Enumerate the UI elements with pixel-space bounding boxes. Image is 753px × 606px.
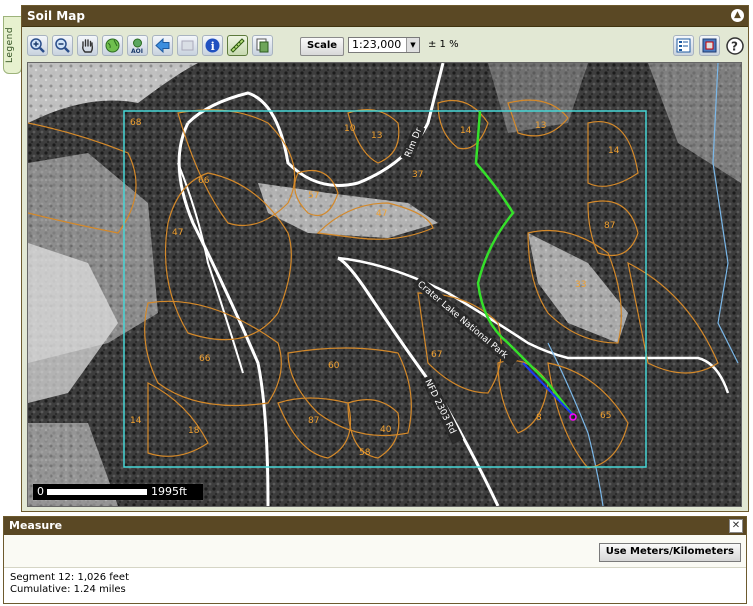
measure-titlebar: Measure ✕ bbox=[4, 517, 746, 535]
soil-unit-label: 87 bbox=[308, 416, 319, 426]
measure-options: Use Meters/Kilometers bbox=[4, 535, 746, 568]
soil-map-title: Soil Map bbox=[27, 9, 85, 23]
pan-hand-icon bbox=[82, 39, 94, 53]
scale-value: 1:23,000 bbox=[352, 38, 402, 51]
close-icon[interactable]: ✕ bbox=[729, 519, 743, 533]
chevron-down-icon: ▼ bbox=[406, 38, 419, 52]
identify-info-icon: i bbox=[205, 38, 220, 53]
soil-unit-label: 14 bbox=[608, 146, 620, 156]
layers-list-icon bbox=[676, 38, 691, 53]
back-arrow-icon bbox=[155, 37, 170, 54]
svg-text:?: ? bbox=[731, 39, 738, 53]
zoom-out-button[interactable] bbox=[52, 35, 73, 56]
map-scale-bar: 0 1995ft bbox=[33, 484, 203, 500]
soil-unit-label: 47 bbox=[172, 228, 183, 238]
cumulative-length: Cumulative: 1.24 miles bbox=[10, 584, 126, 595]
soil-unit-label: 37 bbox=[412, 170, 423, 180]
soil-unit-label: 65 bbox=[600, 411, 611, 421]
help-button[interactable]: ? bbox=[724, 35, 745, 56]
full-extent-button[interactable] bbox=[102, 35, 123, 56]
scale-button[interactable]: Scale bbox=[300, 37, 344, 56]
soil-unit-label: 14 bbox=[460, 126, 472, 136]
zoom-out-icon bbox=[55, 38, 70, 53]
map-toolbar: AOI i Scale 1:23,000 ▼ ± 1 % ? bbox=[22, 28, 748, 62]
measure-panel: Measure ✕ Use Meters/Kilometers Segment … bbox=[3, 516, 747, 604]
overview-map-button[interactable] bbox=[699, 35, 720, 56]
identify-button[interactable]: i bbox=[202, 35, 223, 56]
soil-unit-label: 14 bbox=[130, 416, 142, 426]
scale-bar-graphic bbox=[47, 489, 147, 495]
soil-map-titlebar: Soil Map ▲ bbox=[22, 6, 748, 27]
forward-disabled-icon bbox=[181, 40, 194, 51]
svg-text:AOI: AOI bbox=[131, 48, 143, 54]
soil-unit-label: 10 bbox=[344, 124, 356, 134]
zoom-in-icon bbox=[30, 38, 45, 53]
soil-unit-label: 8 bbox=[536, 413, 542, 423]
legend-tab-label: Legend bbox=[5, 26, 15, 63]
scale-bar-start: 0 bbox=[37, 485, 44, 498]
zoom-to-aoi-button[interactable]: AOI bbox=[127, 35, 148, 56]
full-extent-globe-icon bbox=[105, 38, 120, 53]
soil-unit-label: 13 bbox=[371, 131, 382, 141]
soil-unit-label: 33 bbox=[575, 280, 586, 290]
forward-button[interactable] bbox=[177, 35, 198, 56]
scale-accuracy: ± 1 % bbox=[428, 39, 459, 50]
scale-dropdown[interactable]: 1:23,000 ▼ bbox=[348, 37, 420, 53]
zoom-to-aoi-icon: AOI bbox=[131, 38, 143, 54]
zoom-in-button[interactable] bbox=[27, 35, 48, 56]
segment-length: Segment 12: 1,026 feet bbox=[10, 572, 130, 583]
soil-unit-label: 67 bbox=[431, 350, 442, 360]
svg-text:i: i bbox=[211, 40, 215, 53]
soil-unit-label: 13 bbox=[535, 121, 546, 131]
soil-unit-label: 60 bbox=[328, 361, 340, 371]
soil-unit-label: 40 bbox=[380, 425, 392, 435]
use-meters-kilometers-button[interactable]: Use Meters/Kilometers bbox=[598, 543, 741, 562]
print-map-icon bbox=[256, 38, 269, 53]
soil-unit-label: 66 bbox=[198, 176, 210, 186]
measure-button[interactable] bbox=[227, 35, 248, 56]
measure-results: Segment 12: 1,026 feet Cumulative: 1.24 … bbox=[4, 568, 746, 600]
scale-bar-distance: 1995ft bbox=[151, 485, 187, 498]
overview-map-icon bbox=[702, 38, 717, 53]
map-canvas[interactable]: Rim Dr Crater Lake National Park NFD 230… bbox=[27, 62, 742, 507]
legend-tab[interactable]: Legend bbox=[3, 16, 22, 74]
soil-unit-label: 57 bbox=[308, 191, 319, 201]
soil-unit-label: 18 bbox=[188, 426, 200, 436]
soil-unit-label: 66 bbox=[199, 354, 211, 364]
collapse-up-icon[interactable]: ▲ bbox=[731, 9, 744, 22]
measure-ruler-icon bbox=[230, 38, 245, 53]
back-button[interactable] bbox=[152, 35, 173, 56]
soil-unit-label: 47 bbox=[376, 209, 387, 219]
layers-button[interactable] bbox=[673, 35, 694, 56]
soil-unit-label: 58 bbox=[359, 448, 371, 458]
pan-button[interactable] bbox=[77, 35, 98, 56]
print-map-button[interactable] bbox=[252, 35, 273, 56]
measure-title: Measure bbox=[9, 519, 63, 532]
soil-unit-label: 87 bbox=[604, 221, 615, 231]
help-question-icon: ? bbox=[725, 36, 744, 55]
soil-unit-label: 68 bbox=[130, 118, 142, 128]
soil-map-panel: Soil Map ▲ AOI i Scale 1:23,000 ▼ ± 1 % … bbox=[21, 5, 749, 512]
